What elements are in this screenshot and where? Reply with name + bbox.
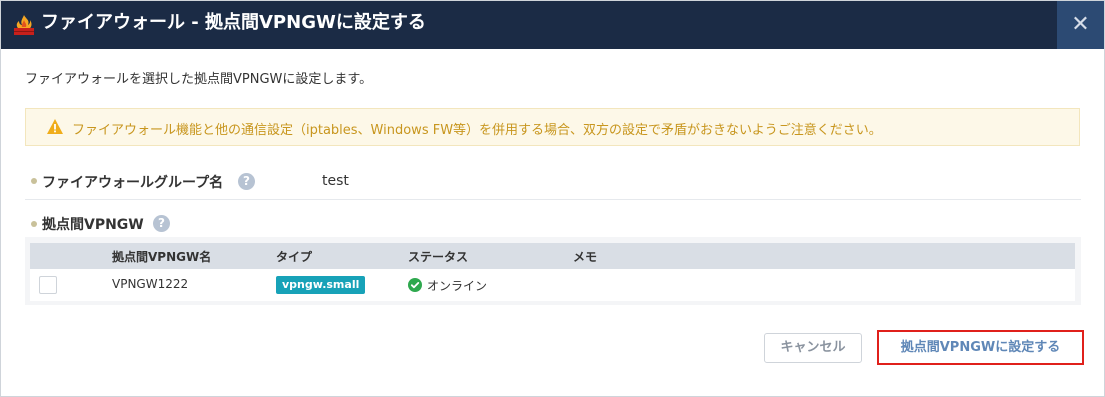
- column-header-type[interactable]: タイプ: [276, 248, 312, 265]
- check-circle-icon: [408, 278, 422, 292]
- set-vpngw-button[interactable]: 拠点間VPNGWに設定する: [882, 334, 1079, 361]
- type-badge: vpngw.small: [276, 276, 366, 294]
- firewall-group-value: test: [322, 173, 349, 189]
- cancel-button[interactable]: キャンセル: [764, 333, 862, 363]
- table-header: 拠点間VPNGW名 タイプ ステータス メモ: [30, 243, 1075, 269]
- help-icon[interactable]: ?: [153, 215, 170, 232]
- vpngw-section-title: 拠点間VPNGW ?: [25, 211, 325, 235]
- vpngw-table: 拠点間VPNGW名 タイプ ステータス メモ VPNGW1222 vpngw.s…: [25, 237, 1081, 305]
- vpngw-name-cell: VPNGW1222: [112, 277, 189, 291]
- warning-banner: ファイアウォール機能と他の通信設定（iptables、Windows FW等）を…: [25, 108, 1080, 146]
- dialog-description: ファイアウォールを選択した拠点間VPNGWに設定します。: [25, 72, 373, 87]
- dialog-header: ファイアウォール - 拠点間VPNGWに設定する ✕: [1, 1, 1104, 49]
- firewall-group-row: ファイアウォールグループ名 ? test: [25, 165, 1081, 200]
- column-header-memo[interactable]: メモ: [573, 248, 597, 265]
- firewall-vpngw-dialog: ファイアウォール - 拠点間VPNGWに設定する ✕ ファイアウォールを選択した…: [0, 0, 1105, 397]
- close-icon: ✕: [1071, 12, 1090, 37]
- bullet-dot: [31, 221, 37, 227]
- table-row[interactable]: VPNGW1222 vpngw.small オンライン: [30, 269, 1075, 301]
- help-icon[interactable]: ?: [238, 173, 255, 190]
- close-button[interactable]: ✕: [1057, 1, 1104, 49]
- row-checkbox[interactable]: [39, 276, 57, 294]
- vpngw-section-label: 拠点間VPNGW: [42, 217, 144, 233]
- firewall-group-label: ファイアウォールグループ名: [42, 175, 224, 191]
- bullet-dot: [31, 178, 37, 184]
- column-header-status[interactable]: ステータス: [408, 248, 468, 265]
- column-header-name[interactable]: 拠点間VPNGW名: [112, 248, 211, 265]
- warning-text: ファイアウォール機能と他の通信設定（iptables、Windows FW等）を…: [72, 123, 882, 138]
- dialog-title: ファイアウォール - 拠点間VPNGWに設定する: [41, 12, 426, 33]
- firewall-icon: [14, 15, 34, 35]
- warning-triangle-icon: [47, 119, 63, 134]
- status-text: オンライン: [427, 279, 488, 293]
- submit-button-highlight: 拠点間VPNGWに設定する: [877, 330, 1084, 365]
